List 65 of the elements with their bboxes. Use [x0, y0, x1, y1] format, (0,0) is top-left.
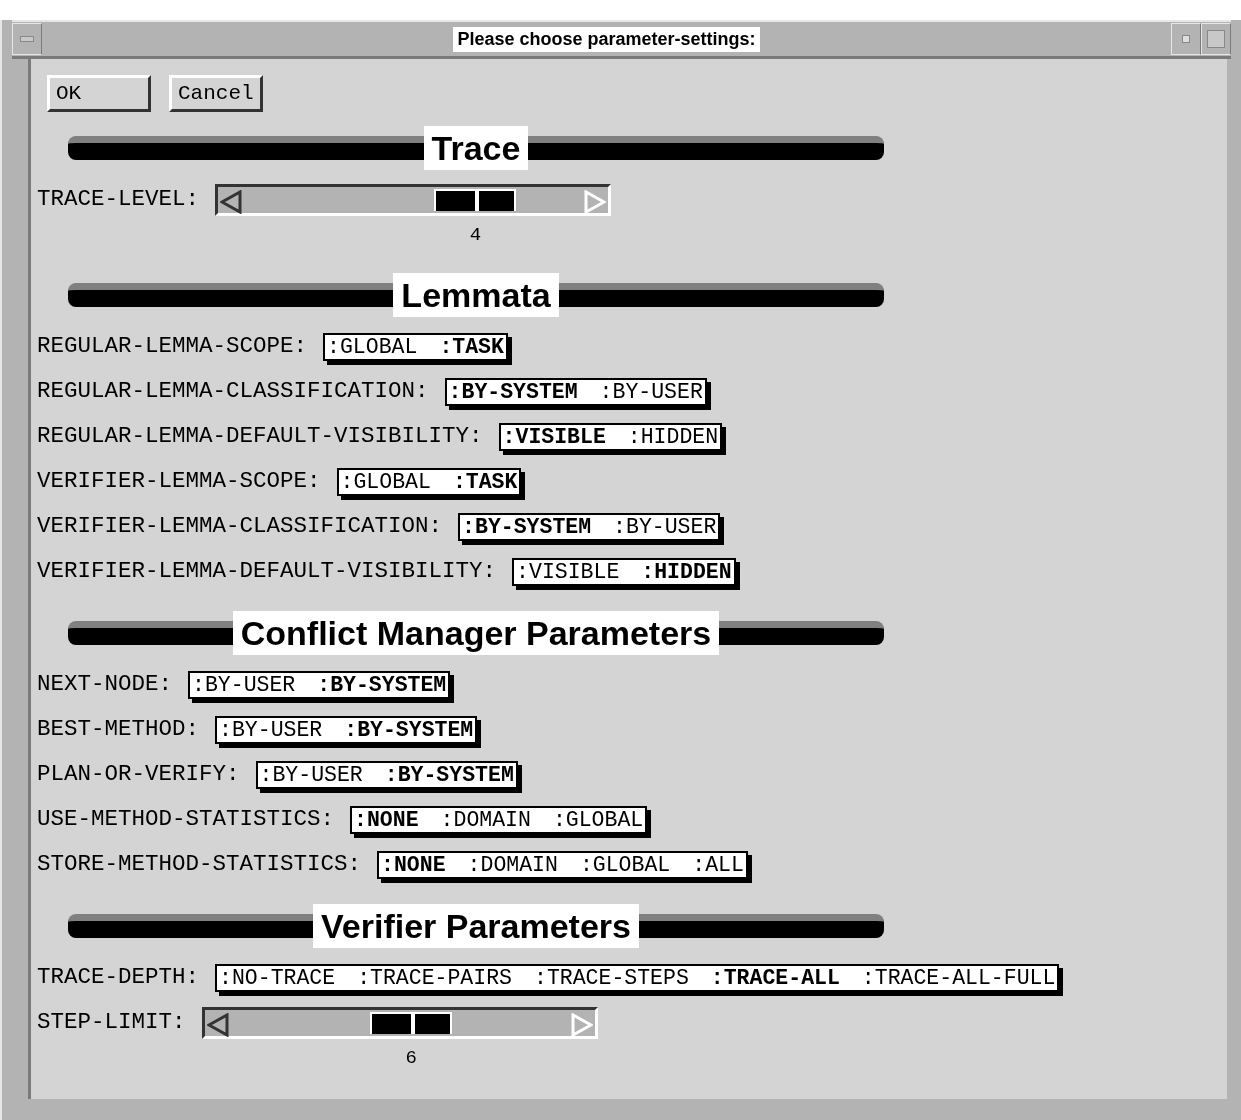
parameter-label: VERIFIER-LEMMA-DEFAULT-VISIBILITY:	[37, 557, 497, 584]
choice-option[interactable]: :GLOBAL	[579, 853, 693, 877]
choice-option[interactable]: :TASK	[439, 335, 504, 359]
choice-option[interactable]: :BY-SYSTEM	[448, 380, 600, 404]
parameter-label: NEXT-NODE:	[37, 670, 173, 697]
parameter-label: BEST-METHOD:	[37, 715, 200, 742]
parameter-label: VERIFIER-LEMMA-SCOPE:	[37, 467, 321, 494]
choice-option[interactable]: :HIDDEN	[627, 425, 719, 449]
slider-track[interactable]	[201, 1007, 598, 1039]
parameter-label: REGULAR-LEMMA-DEFAULT-VISIBILITY:	[37, 422, 483, 449]
maximize-button[interactable]	[1201, 23, 1231, 55]
parameter-label: USE-METHOD-STATISTICS:	[37, 805, 335, 832]
window-menu-button[interactable]	[12, 23, 42, 55]
choice-option[interactable]: :TASK	[452, 470, 518, 494]
choice-option[interactable]: :TRACE-ALL	[710, 966, 862, 990]
slider-value: 6	[405, 1047, 417, 1069]
choice-option[interactable]: :BY-USER	[599, 380, 703, 404]
choice-option[interactable]: :DOMAIN	[467, 853, 580, 877]
choice-option[interactable]: :NONE	[381, 853, 468, 877]
choice-option[interactable]: :BY-USER	[219, 718, 345, 742]
section-title: Conflict Manager Parameters	[232, 611, 720, 655]
parameter-label: STORE-METHOD-STATISTICS:	[37, 850, 362, 877]
choice-option[interactable]: :BY-SYSTEM	[384, 763, 514, 787]
choice-option[interactable]: :TRACE-STEPS	[534, 966, 711, 990]
left-arrow-icon[interactable]	[206, 1013, 229, 1037]
section-title: Lemmata	[393, 273, 559, 317]
choice-option[interactable]: :DOMAIN	[440, 808, 553, 832]
slider-thumb[interactable]	[370, 1012, 453, 1034]
choice-option[interactable]: :VISIBLE	[502, 425, 628, 449]
parameter-label: REGULAR-LEMMA-SCOPE:	[37, 332, 308, 359]
choice-option[interactable]: :TRACE-ALL-FULL	[861, 966, 1056, 990]
choice-option[interactable]: :BY-USER	[613, 515, 717, 539]
parameter-label: VERIFIER-LEMMA-CLASSIFICATION:	[37, 512, 443, 539]
parameter-label: STEP-LIMIT:	[37, 1008, 186, 1035]
choice-option[interactable]: :BY-SYSTEM	[344, 718, 474, 742]
dialog-button[interactable]: Cancel	[169, 75, 263, 112]
choice-option[interactable]: :VISIBLE	[516, 560, 642, 584]
minimize-icon	[1182, 35, 1190, 43]
slider-track[interactable]	[215, 184, 612, 216]
slider-value: 4	[469, 224, 482, 246]
choice-option[interactable]: :BY-USER	[192, 673, 318, 697]
choice-option[interactable]: :BY-SYSTEM	[462, 515, 614, 539]
choice-option[interactable]: :BY-SYSTEM	[317, 673, 447, 697]
choice-option[interactable]: :NO-TRACE	[219, 966, 358, 990]
choice-option[interactable]: :GLOBAL	[327, 335, 440, 359]
parameter-label: PLAN-OR-VERIFY:	[37, 760, 240, 787]
parameter-label: TRACE-LEVEL:	[37, 185, 200, 212]
dialog-button[interactable]: OK	[47, 75, 151, 112]
choice-option[interactable]: :TRACE-PAIRS	[357, 966, 534, 990]
choice-option[interactable]: :NONE	[354, 808, 441, 832]
window-title: Please choose parameter-settings:	[453, 26, 760, 52]
section-title: Verifier Parameters	[313, 904, 639, 948]
maximize-icon	[1207, 30, 1225, 48]
choice-option[interactable]: :HIDDEN	[641, 560, 732, 584]
parameter-label: TRACE-DEPTH:	[37, 963, 200, 990]
left-arrow-icon[interactable]	[220, 190, 243, 214]
choice-option[interactable]: :GLOBAL	[552, 808, 644, 832]
slider-thumb[interactable]	[434, 189, 517, 211]
minimize-button[interactable]	[1171, 23, 1201, 55]
choice-option[interactable]: :ALL	[692, 853, 744, 877]
choice-option[interactable]: :BY-USER	[259, 763, 385, 787]
choice-option[interactable]: :GLOBAL	[340, 470, 453, 494]
section-title: Trace	[423, 126, 529, 170]
parameter-label: REGULAR-LEMMA-CLASSIFICATION:	[37, 377, 429, 404]
menu-icon	[20, 36, 34, 42]
